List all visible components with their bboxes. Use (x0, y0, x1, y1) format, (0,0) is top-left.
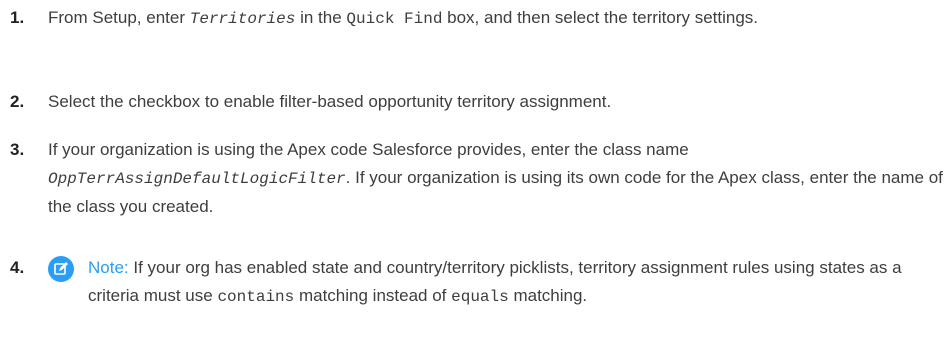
step-text: If your organization is using the Apex c… (48, 140, 943, 216)
step-text: Select the checkbox to enable filter-bas… (48, 92, 612, 111)
instruction-steps: 1. From Setup, enter Territories in the … (0, 0, 952, 355)
note-label: Note: (88, 258, 129, 277)
step-number: 1. (10, 8, 25, 27)
code-class-name: OppTerrAssignDefaultLogicFilter (48, 170, 346, 188)
code-quick-find: Quick Find (346, 10, 443, 28)
step-number: 2. (10, 92, 25, 111)
note-edit-icon (48, 256, 74, 282)
step-number: 4. (10, 258, 25, 277)
note-text: Note: If your org has enabled state and … (88, 258, 902, 306)
step-text: From Setup, enter Territories in the Qui… (48, 8, 759, 28)
code-territories: Territories (189, 10, 296, 28)
step-number: 3. (10, 140, 25, 159)
code-contains: contains (217, 288, 295, 306)
code-equals: equals (451, 288, 509, 306)
